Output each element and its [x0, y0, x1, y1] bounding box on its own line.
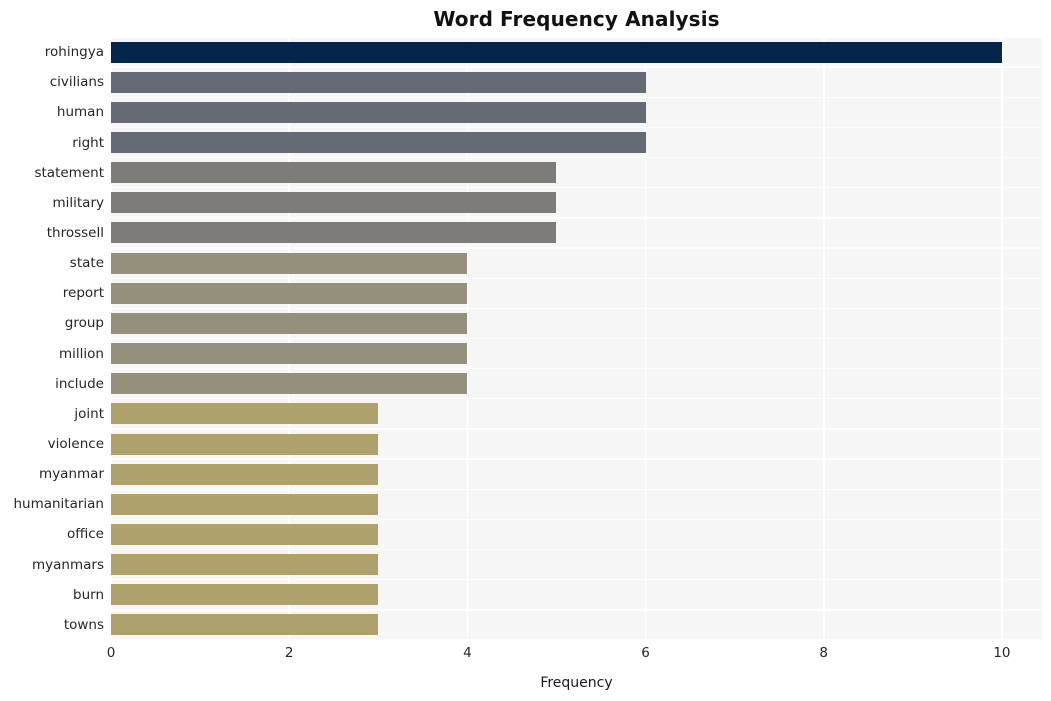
y-axis-tick-label: right — [72, 134, 104, 151]
x-axis-tick-label: 10 — [993, 645, 1011, 661]
y-axis-tick-label: state — [69, 255, 104, 272]
horizontal-gridline — [111, 217, 1042, 219]
bar — [111, 554, 379, 576]
horizontal-gridline — [111, 156, 1042, 159]
bar — [111, 252, 468, 274]
horizontal-gridline — [111, 247, 1042, 249]
bar — [111, 71, 646, 93]
horizontal-gridline — [111, 96, 1042, 98]
y-axis-tick-label: civilians — [49, 74, 104, 91]
bar — [111, 101, 646, 123]
y-axis-tick-label: group — [64, 315, 104, 332]
horizontal-gridline — [111, 639, 1042, 641]
bar — [111, 343, 468, 365]
bar — [111, 192, 557, 214]
y-axis-tick-labels: rohingya civilians human right statement mili… — [0, 37, 104, 640]
bar — [111, 222, 557, 244]
horizontal-gridline — [111, 609, 1042, 611]
horizontal-gridline — [111, 518, 1042, 521]
horizontal-gridline — [111, 548, 1042, 551]
chart-figure: Word Frequency Analysis rohingya civilian… — [0, 0, 1051, 701]
y-axis-tick-label: rohingya — [44, 44, 104, 61]
bar — [111, 523, 379, 545]
chart-title: Word Frequency Analysis — [433, 7, 720, 31]
horizontal-gridline — [111, 277, 1042, 279]
y-axis-tick-label: office — [66, 526, 104, 543]
x-axis-label: Frequency — [540, 675, 613, 691]
x-axis-tick-labels: 0 2 4 6 8 10 — [107, 644, 1042, 666]
y-axis-tick-label: violence — [47, 436, 104, 453]
y-axis-tick-label: throssell — [46, 224, 104, 241]
y-axis-tick-label: report — [62, 285, 104, 302]
bar — [111, 614, 379, 636]
x-axis-tick-label: 2 — [284, 645, 294, 661]
bar — [111, 463, 379, 485]
y-axis-tick-label: joint — [74, 405, 104, 422]
bar — [111, 584, 379, 606]
horizontal-gridline — [111, 126, 1042, 129]
bar — [111, 433, 379, 455]
horizontal-gridline — [111, 458, 1042, 460]
y-axis-tick-label: include — [55, 375, 104, 392]
y-axis-tick-label: myanmars — [32, 556, 104, 573]
y-axis-tick-label: million — [59, 345, 104, 362]
horizontal-gridline — [111, 307, 1042, 310]
bar — [111, 373, 468, 395]
bar — [111, 403, 379, 425]
bar — [111, 282, 468, 304]
x-axis-tick-label: 4 — [463, 645, 472, 661]
bar — [111, 493, 379, 515]
y-axis-tick-label: myanmar — [39, 466, 104, 483]
horizontal-gridline — [111, 398, 1042, 400]
bar — [111, 132, 646, 154]
y-axis-tick-label: towns — [63, 616, 104, 633]
y-axis-tick-label: burn — [73, 586, 104, 603]
horizontal-gridline — [111, 488, 1042, 490]
horizontal-gridline — [111, 428, 1042, 430]
x-axis-tick-label: 8 — [819, 645, 829, 661]
horizontal-gridline — [111, 579, 1042, 581]
x-axis-tick-label: 6 — [641, 645, 650, 661]
y-axis-tick-label: military — [52, 194, 104, 211]
y-axis-tick-label: statement — [34, 164, 104, 181]
horizontal-gridline — [111, 367, 1042, 370]
y-axis-tick-label: human — [56, 104, 104, 121]
horizontal-gridline — [111, 36, 1042, 38]
bar — [111, 162, 557, 184]
bar — [111, 312, 468, 334]
x-axis-tick-label: 0 — [106, 645, 116, 661]
horizontal-gridline — [111, 337, 1042, 340]
horizontal-gridline — [111, 66, 1042, 68]
bar — [111, 41, 1002, 63]
plot-area — [110, 36, 1042, 641]
y-axis-tick-label: humanitarian — [13, 496, 104, 513]
horizontal-gridline — [111, 187, 1042, 189]
